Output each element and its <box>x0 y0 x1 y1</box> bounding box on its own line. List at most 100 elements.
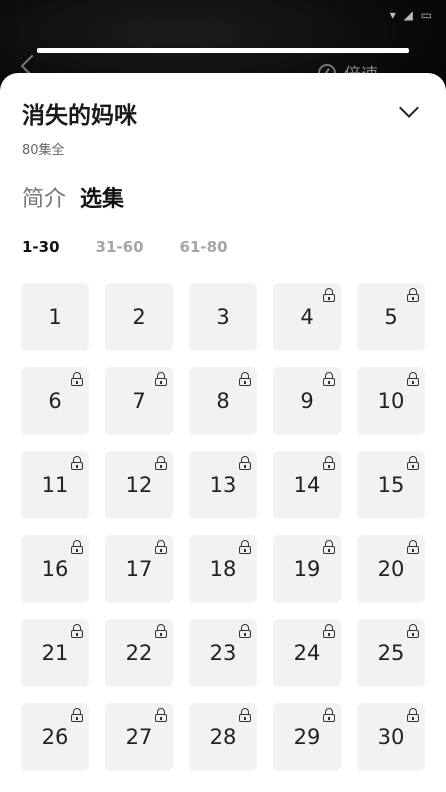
episode-grid: 1 2 3 4 5 6 7 8 9 10 11 12 13 14 15 16 17 18 19 20 21 22 23 24 2… <box>21 283 425 771</box>
tab-intro[interactable]: 简介 <box>22 181 66 213</box>
sheet-tabs: 简介 选集 <box>22 181 124 213</box>
episode-number: 7 <box>132 389 146 413</box>
lock-icon <box>239 624 251 638</box>
episode-tile[interactable]: 13 <box>189 451 257 519</box>
episode-tile[interactable]: 5 <box>357 283 425 351</box>
episode-tile[interactable]: 23 <box>189 619 257 687</box>
episode-number: 23 <box>209 641 237 665</box>
episode-number: 16 <box>41 557 69 581</box>
episode-number: 11 <box>41 473 69 497</box>
episode-tile[interactable]: 8 <box>189 367 257 435</box>
episode-number: 1 <box>48 305 62 329</box>
episode-number: 24 <box>293 641 321 665</box>
episode-tile[interactable]: 17 <box>105 535 173 603</box>
episode-tile[interactable]: 19 <box>273 535 341 603</box>
lock-icon <box>71 456 83 470</box>
lock-icon <box>407 624 419 638</box>
episode-tile[interactable]: 30 <box>357 703 425 771</box>
episode-tile[interactable]: 2 <box>105 283 173 351</box>
episode-number: 17 <box>125 557 153 581</box>
episode-number: 26 <box>41 725 69 749</box>
lock-icon <box>407 372 419 386</box>
lock-icon <box>239 372 251 386</box>
episode-tile[interactable]: 4 <box>273 283 341 351</box>
episode-number: 4 <box>300 305 314 329</box>
episode-number: 8 <box>216 389 230 413</box>
lock-icon <box>407 540 419 554</box>
episode-number: 14 <box>293 473 321 497</box>
lock-icon <box>155 456 167 470</box>
episode-number: 5 <box>384 305 398 329</box>
episode-number: 13 <box>209 473 237 497</box>
episode-tile[interactable]: 29 <box>273 703 341 771</box>
episode-number: 12 <box>125 473 153 497</box>
lock-icon <box>239 540 251 554</box>
lock-icon <box>239 708 251 722</box>
episode-number: 3 <box>216 305 230 329</box>
episode-number: 19 <box>293 557 321 581</box>
episode-range-selector: 1-30 31-60 61-80 <box>22 238 228 256</box>
episode-number: 28 <box>209 725 237 749</box>
lock-icon <box>239 456 251 470</box>
drama-title: 消失的妈咪 <box>22 103 137 129</box>
episode-number: 18 <box>209 557 237 581</box>
episode-number: 25 <box>377 641 405 665</box>
episode-number: 30 <box>377 725 405 749</box>
episode-count: 80集全 <box>22 143 65 158</box>
lock-icon <box>71 540 83 554</box>
lock-icon <box>407 708 419 722</box>
episode-number: 29 <box>293 725 321 749</box>
episode-tile[interactable]: 28 <box>189 703 257 771</box>
episode-sheet: 消失的妈咪 80集全 简介 选集 1-30 31-60 61-80 123456… <box>0 73 446 792</box>
status-bar-icons: ▾ ◢ ▭ <box>389 8 434 22</box>
episode-tile[interactable]: 18 <box>189 535 257 603</box>
lock-icon <box>71 372 83 386</box>
episode-tile[interactable]: 25 <box>357 619 425 687</box>
episode-tile[interactable]: 27 <box>105 703 173 771</box>
lock-icon <box>323 456 335 470</box>
episode-number: 21 <box>41 641 69 665</box>
lock-icon <box>323 540 335 554</box>
lock-icon <box>71 708 83 722</box>
lock-icon <box>407 456 419 470</box>
episode-number: 6 <box>48 389 62 413</box>
episode-tile[interactable]: 15 <box>357 451 425 519</box>
lock-icon <box>323 624 335 638</box>
episode-tile[interactable]: 20 <box>357 535 425 603</box>
episode-number: 15 <box>377 473 405 497</box>
episode-tile[interactable]: 7 <box>105 367 173 435</box>
episode-tile[interactable]: 1 <box>21 283 89 351</box>
video-progress-bar[interactable] <box>37 48 409 53</box>
episode-tile[interactable]: 24 <box>273 619 341 687</box>
lock-icon <box>155 708 167 722</box>
episode-tile[interactable]: 21 <box>21 619 89 687</box>
lock-icon <box>323 372 335 386</box>
range-31-60[interactable]: 31-60 <box>96 238 144 256</box>
lock-icon <box>155 540 167 554</box>
episode-tile[interactable]: 10 <box>357 367 425 435</box>
episode-number: 2 <box>132 305 146 329</box>
lock-icon <box>71 624 83 638</box>
lock-icon <box>155 372 167 386</box>
episode-tile[interactable]: 3 <box>189 283 257 351</box>
episode-tile[interactable]: 26 <box>21 703 89 771</box>
episode-tile[interactable]: 22 <box>105 619 173 687</box>
lock-icon <box>407 288 419 302</box>
episode-tile[interactable]: 11 <box>21 451 89 519</box>
episode-number: 9 <box>300 389 314 413</box>
lock-icon <box>323 288 335 302</box>
episode-tile[interactable]: 16 <box>21 535 89 603</box>
chevron-down-icon[interactable] <box>399 98 419 118</box>
range-1-30[interactable]: 1-30 <box>22 238 60 256</box>
episode-tile[interactable]: 14 <box>273 451 341 519</box>
episode-number: 27 <box>125 725 153 749</box>
tab-episodes[interactable]: 选集 <box>80 181 124 213</box>
lock-icon <box>155 624 167 638</box>
episode-tile[interactable]: 6 <box>21 367 89 435</box>
episode-number: 10 <box>377 389 405 413</box>
range-61-80[interactable]: 61-80 <box>180 238 228 256</box>
lock-icon <box>323 708 335 722</box>
episode-tile[interactable]: 9 <box>273 367 341 435</box>
episode-number: 20 <box>377 557 405 581</box>
episode-tile[interactable]: 12 <box>105 451 173 519</box>
